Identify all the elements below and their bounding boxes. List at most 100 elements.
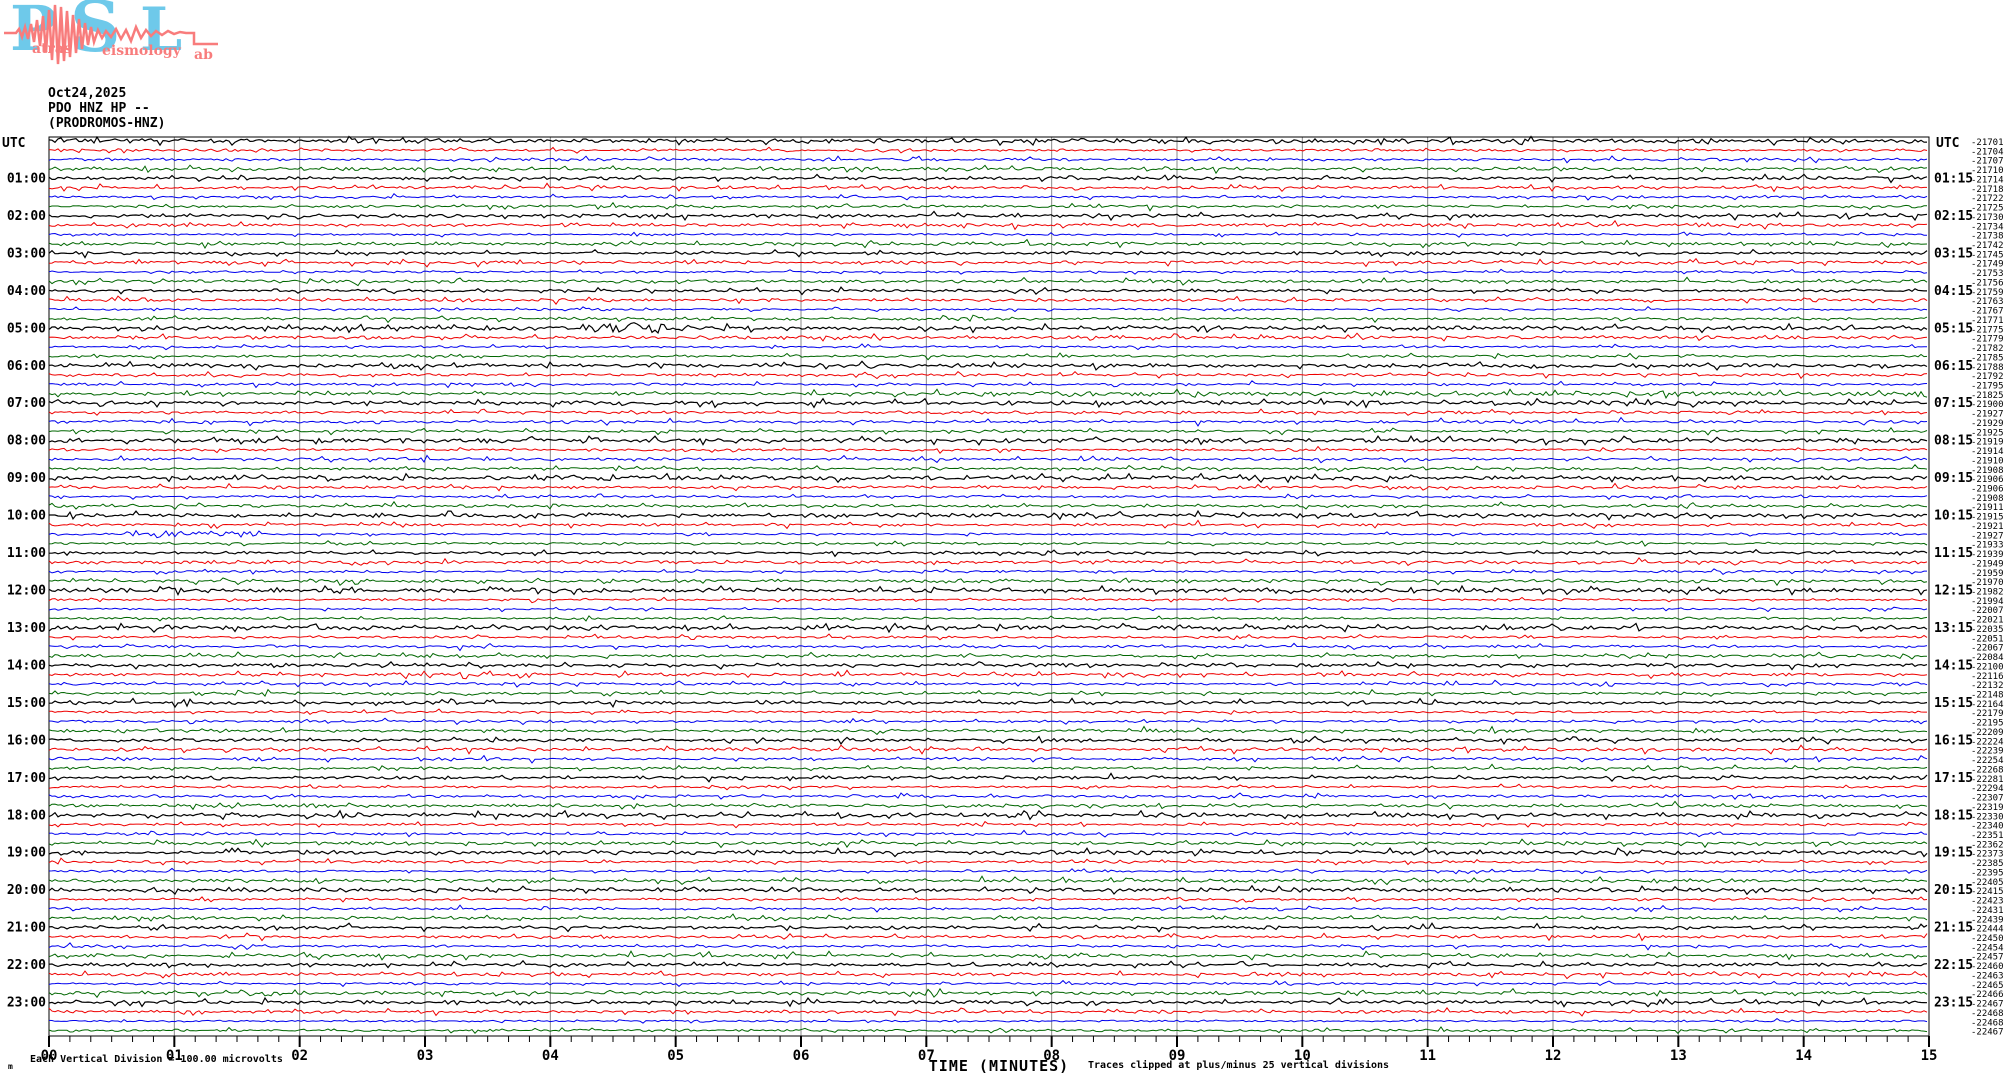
trace-row xyxy=(48,642,1928,652)
left-hour-label: 19:00 xyxy=(7,846,46,861)
trace-row xyxy=(48,697,1928,709)
trace-row xyxy=(49,306,1928,313)
trace-row xyxy=(49,343,1927,351)
trace-row xyxy=(48,615,1928,622)
left-hour-label: 01:00 xyxy=(7,171,46,186)
clip-note-label: Traces clipped at plus/minus 25 vertical… xyxy=(1088,1060,1390,1071)
psl-logo: P S L atras eismology ab xyxy=(4,0,218,68)
trace-row xyxy=(48,735,1928,745)
right-hour-label: 18:15 xyxy=(1934,808,1973,823)
scale-note-label: Each Vertical Division = 100.00 microvol… xyxy=(30,1054,283,1065)
trace-row xyxy=(48,192,1928,201)
trace-row xyxy=(48,987,1928,999)
trace-row xyxy=(48,219,1928,231)
trace-row xyxy=(48,661,1928,671)
x-tick-label: 13 xyxy=(1670,1048,1687,1064)
utc-right-title: UTC xyxy=(1936,136,1959,151)
trace-row xyxy=(48,397,1928,409)
trace-row xyxy=(48,238,1928,250)
trace-row xyxy=(48,135,1928,147)
left-hour-label: 10:00 xyxy=(7,509,46,524)
left-hour-label: 20:00 xyxy=(7,883,46,898)
trace-row xyxy=(48,959,1928,969)
trace-row xyxy=(48,633,1928,641)
trace-row xyxy=(48,370,1928,380)
trace-row xyxy=(48,314,1928,324)
trace-row xyxy=(48,286,1927,296)
left-hour-label: 03:00 xyxy=(7,246,46,261)
trace-row xyxy=(48,426,1928,436)
left-hour-label: 18:00 xyxy=(7,808,46,823)
trace-row xyxy=(48,772,1928,783)
trace-row xyxy=(48,857,1928,866)
trace-row xyxy=(48,164,1928,175)
trace-row xyxy=(48,679,1928,688)
trace-row xyxy=(48,173,1928,184)
left-hour-label: 15:00 xyxy=(7,696,46,711)
trace-row xyxy=(49,509,1928,521)
left-hour-label: 13:00 xyxy=(7,621,46,636)
trace-row xyxy=(48,182,1927,193)
trace-row xyxy=(48,408,1928,416)
x-tick-label: 05 xyxy=(667,1048,684,1064)
left-hour-label: 07:00 xyxy=(7,396,46,411)
trace-row xyxy=(48,557,1928,567)
trace-row xyxy=(48,651,1928,660)
trace-row xyxy=(48,482,1928,492)
trace-row xyxy=(48,454,1928,464)
trace-row xyxy=(48,276,1928,287)
trace-row xyxy=(48,529,1928,539)
helicorder-chart: 00 01 02 03 04 05 06 07 08 09 10 11 12 13 14 15UTC UTC01… xyxy=(2,135,2004,1064)
trace-row xyxy=(49,548,1928,558)
trace-row xyxy=(48,922,1928,933)
trace-row xyxy=(48,248,1928,259)
trace-row xyxy=(48,838,1928,849)
corner-mark: m xyxy=(8,1062,13,1071)
right-hour-label: 12:15 xyxy=(1934,584,1973,599)
left-hour-label: 17:00 xyxy=(7,771,46,786)
right-hour-label: 10:15 xyxy=(1934,509,1973,524)
trace-row xyxy=(48,829,1928,838)
trace-row xyxy=(48,295,1928,305)
trace-row xyxy=(48,979,1928,988)
utc-left-title: UTC xyxy=(2,136,25,151)
trace-row xyxy=(48,257,1928,268)
left-hour-label: 16:00 xyxy=(7,733,46,748)
trace-row xyxy=(48,352,1928,361)
left-hour-label: 02:00 xyxy=(7,209,46,224)
trace-row xyxy=(48,1026,1928,1035)
x-tick-label: 03 xyxy=(417,1048,434,1064)
trace-row xyxy=(48,435,1928,446)
left-hour-label: 22:00 xyxy=(7,958,46,973)
trace-row xyxy=(48,416,1928,427)
trace-row xyxy=(48,322,1928,334)
x-tick-label: 06 xyxy=(793,1048,810,1064)
x-tick-label: 12 xyxy=(1545,1048,1562,1064)
left-hour-label: 04:00 xyxy=(7,284,46,299)
trace-row xyxy=(48,763,1928,772)
trace-row xyxy=(48,388,1928,399)
trace-row xyxy=(48,913,1928,922)
right-hour-label: 19:15 xyxy=(1934,846,1973,861)
trace-row xyxy=(48,210,1928,222)
trace-row xyxy=(48,540,1928,547)
trace-row xyxy=(48,875,1928,886)
trace-row xyxy=(48,568,1927,576)
trace-row xyxy=(48,577,1928,587)
right-hour-label: 06:15 xyxy=(1934,359,1973,374)
right-hour-label: 02:15 xyxy=(1934,209,1973,224)
trace-row xyxy=(48,904,1928,913)
trace-row xyxy=(48,231,1928,238)
left-hour-label: 12:00 xyxy=(7,584,46,599)
trace-row xyxy=(48,820,1928,829)
trace-row xyxy=(48,332,1928,342)
trace-row xyxy=(48,809,1928,821)
left-hour-label: 14:00 xyxy=(7,658,46,673)
trace-row xyxy=(48,792,1928,801)
right-hour-label: 07:15 xyxy=(1934,396,1973,411)
trace-row xyxy=(48,445,1928,454)
trace-row xyxy=(48,744,1928,755)
x-tick-label: 15 xyxy=(1921,1048,1938,1064)
trace-row xyxy=(48,493,1928,501)
right-hour-label: 20:15 xyxy=(1934,883,1973,898)
